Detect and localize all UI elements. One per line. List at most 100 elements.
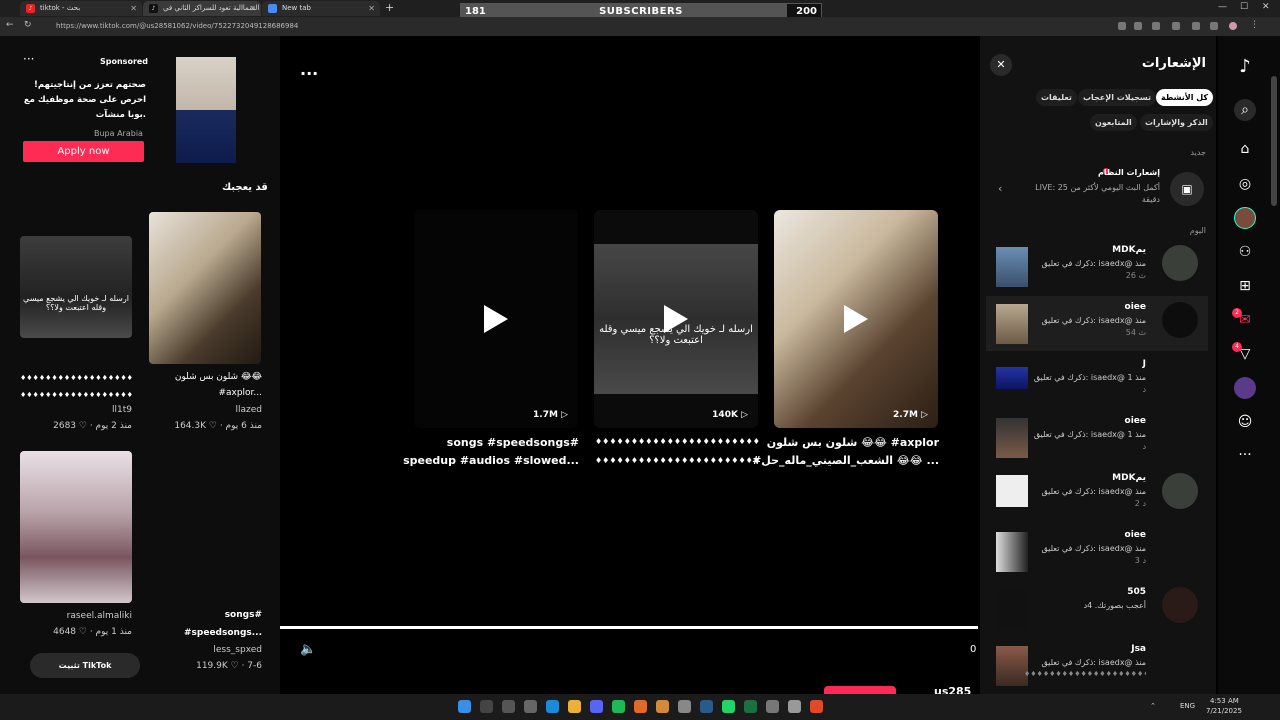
menu-icon[interactable]: ⋮: [1250, 20, 1259, 30]
more-icon[interactable]: ···: [1234, 444, 1256, 466]
extension-icon[interactable]: [1152, 22, 1160, 30]
steam-icon[interactable]: [700, 700, 713, 713]
live-avatar-icon[interactable]: [1234, 207, 1256, 229]
clock-date[interactable]: 7/21/2025: [1206, 707, 1242, 715]
edge-icon[interactable]: [546, 700, 559, 713]
apply-now-button[interactable]: Apply now: [23, 141, 144, 162]
avatar[interactable]: [1162, 302, 1198, 338]
widgets-icon[interactable]: [524, 700, 537, 713]
video-title[interactable]: songs#: [225, 610, 262, 620]
new-tab-icon[interactable]: +: [385, 1, 394, 14]
filter-likes[interactable]: تسجيلات الإعجاب: [1078, 89, 1157, 106]
task-view-icon[interactable]: [502, 700, 515, 713]
filter-mentions[interactable]: الذكر والإشارات: [1140, 114, 1213, 131]
explore-icon[interactable]: ◎: [1234, 173, 1256, 195]
inbox-icon[interactable]: ▣: [1170, 172, 1204, 206]
video-title[interactable]: شلون بس شلون 😂😂 #axplor: [767, 436, 939, 449]
notification-thumbnail[interactable]: [996, 418, 1028, 458]
notification-thumbnail[interactable]: [996, 646, 1028, 686]
app-icon[interactable]: [634, 700, 647, 713]
notification-thumbnail[interactable]: [996, 247, 1028, 287]
avatar[interactable]: [1162, 245, 1198, 281]
profile-avatar-icon[interactable]: [1234, 377, 1256, 399]
play-icon[interactable]: [484, 305, 508, 333]
discord-icon[interactable]: [590, 700, 603, 713]
notification-item[interactable]: MDKيم ذكرك في تعليق: isaedx@ منذ 2 د: [986, 467, 1208, 522]
maximize-icon[interactable]: ☐: [1240, 2, 1248, 12]
home-icon[interactable]: ⌂: [1234, 138, 1256, 160]
video-thumbnail[interactable]: [149, 212, 261, 364]
notification-thumbnail[interactable]: [996, 367, 1028, 389]
video-title[interactable]: #speedsongs...: [184, 628, 262, 638]
chevron-left-icon[interactable]: ‹: [998, 182, 1002, 195]
spotify-icon[interactable]: [612, 700, 625, 713]
extension-icon[interactable]: [1118, 22, 1126, 30]
app-icon[interactable]: [678, 700, 691, 713]
video-user[interactable]: raseel.almaliki: [67, 611, 132, 621]
notification-user[interactable]: oiee: [1125, 416, 1146, 426]
video-title[interactable]: ♦♦♦♦♦♦♦♦♦♦♦♦♦♦♦♦♦♦♦♦♦♦: [20, 391, 132, 399]
video-title[interactable]: شلون بس شلون 😂😂: [175, 372, 262, 382]
reload-icon[interactable]: ↻: [24, 20, 32, 30]
filter-all[interactable]: كل الأنشطة: [1156, 89, 1214, 106]
close-tab-icon[interactable]: ✕: [368, 1, 375, 16]
notification-user[interactable]: oiee: [1125, 530, 1146, 540]
search-icon[interactable]: ⌕: [1234, 99, 1256, 121]
close-tab-icon[interactable]: ✕: [130, 1, 137, 16]
get-app-button[interactable]: تثبيت TikTok: [30, 653, 140, 678]
video-title[interactable]: speedup #audios #slowed...: [403, 454, 579, 467]
tiktok-logo-icon[interactable]: ♪: [1234, 56, 1256, 78]
notification-thumbnail[interactable]: [996, 475, 1028, 507]
coin-icon[interactable]: ☺: [1234, 411, 1256, 433]
video-card[interactable]: ارسله لـ خويك الي يشجع ميسي وقله اعتبعت …: [594, 210, 758, 428]
video-title[interactable]: #الشعب_الصيني_ماله_حل 😂😂 ...: [752, 454, 939, 467]
following-icon[interactable]: ⚇: [1234, 241, 1256, 263]
extension-icon[interactable]: [1134, 22, 1142, 30]
notification-item[interactable]: oiee ذكرك في تعليق: isaedx@ منذ 54 ث: [986, 296, 1208, 351]
sponsored-ad[interactable]: ··· Sponsored صحتهم تعزز من إنتاجيتهم! ا…: [16, 52, 264, 176]
close-tab-icon[interactable]: ✕: [249, 1, 256, 16]
whatsapp-icon[interactable]: [722, 700, 735, 713]
extension-icon[interactable]: [1210, 22, 1218, 30]
video-card[interactable]: 2.7M ▷: [774, 210, 938, 428]
ad-image[interactable]: [176, 57, 236, 163]
play-icon[interactable]: [844, 305, 868, 333]
video-title[interactable]: songs #speedsongs#: [447, 436, 579, 449]
notification-item[interactable]: 505 أعجب بصورتك. 4د: [986, 581, 1208, 636]
upload-icon[interactable]: ⊞: [1234, 275, 1256, 297]
video-card[interactable]: 1.7M ▷: [414, 210, 578, 428]
notification-user[interactable]: Jsa: [1131, 644, 1146, 654]
back-icon[interactable]: ←: [6, 20, 14, 30]
video-title[interactable]: ♦♦♦♦♦♦♦♦♦♦♦♦♦♦♦♦♦♦♦♦♦♦♦#...: [595, 456, 759, 465]
avatar[interactable]: [1162, 473, 1198, 509]
ad-more-icon[interactable]: ···: [23, 52, 34, 66]
profile-avatar-icon[interactable]: [1229, 22, 1237, 30]
notification-item[interactable]: MDKيم ذكرك في تعليق: isaedx@ منذ 26 ث: [986, 239, 1208, 294]
app-icon[interactable]: [788, 700, 801, 713]
extension-icon[interactable]: [1192, 22, 1200, 30]
close-window-icon[interactable]: ✕: [1262, 2, 1270, 12]
browser-tab-active[interactable]: ♪ دبة الشماالية تعود للسراكز الثاني في ✕: [143, 1, 261, 16]
more-options-icon[interactable]: ···: [300, 64, 318, 83]
notification-user[interactable]: oiee: [1125, 302, 1146, 312]
video-title[interactable]: ♦♦♦♦♦♦♦♦♦♦♦♦♦♦♦♦♦♦♦♦♦♦: [20, 374, 132, 382]
browser-tab[interactable]: ♪ tiktok - بحث ✕: [20, 1, 142, 16]
brave-icon[interactable]: [810, 700, 823, 713]
volume-icon[interactable]: 🔈: [300, 642, 316, 657]
notification-user[interactable]: J: [1143, 359, 1146, 369]
video-title[interactable]: ♦♦♦♦♦♦♦♦♦♦♦♦♦♦♦♦♦♦♦♦♦♦♦: [595, 437, 759, 446]
notification-user[interactable]: MDKيم: [1112, 473, 1146, 483]
notification-thumbnail[interactable]: [996, 304, 1028, 344]
video-thumbnail[interactable]: ارسله لـ خويك الي يشجع ميسي وقله اعتبعت …: [20, 236, 132, 338]
notification-item[interactable]: oiee ذكرك في تعليق: isaedx@ منذ 3 د: [986, 524, 1208, 579]
video-title[interactable]: #axplor...: [218, 388, 262, 398]
browser-tab[interactable]: New tab ✕: [262, 1, 380, 16]
search-icon[interactable]: [480, 700, 493, 713]
video-user[interactable]: ll1t9: [112, 405, 132, 415]
app-icon[interactable]: [656, 700, 669, 713]
scrollbar[interactable]: [1271, 76, 1277, 206]
file-explorer-icon[interactable]: [568, 700, 581, 713]
video-user[interactable]: less_spxed: [213, 645, 262, 655]
url-input[interactable]: https://www.tiktok.com/@us28581062/video…: [50, 20, 1110, 33]
language-indicator[interactable]: ENG: [1180, 702, 1195, 710]
